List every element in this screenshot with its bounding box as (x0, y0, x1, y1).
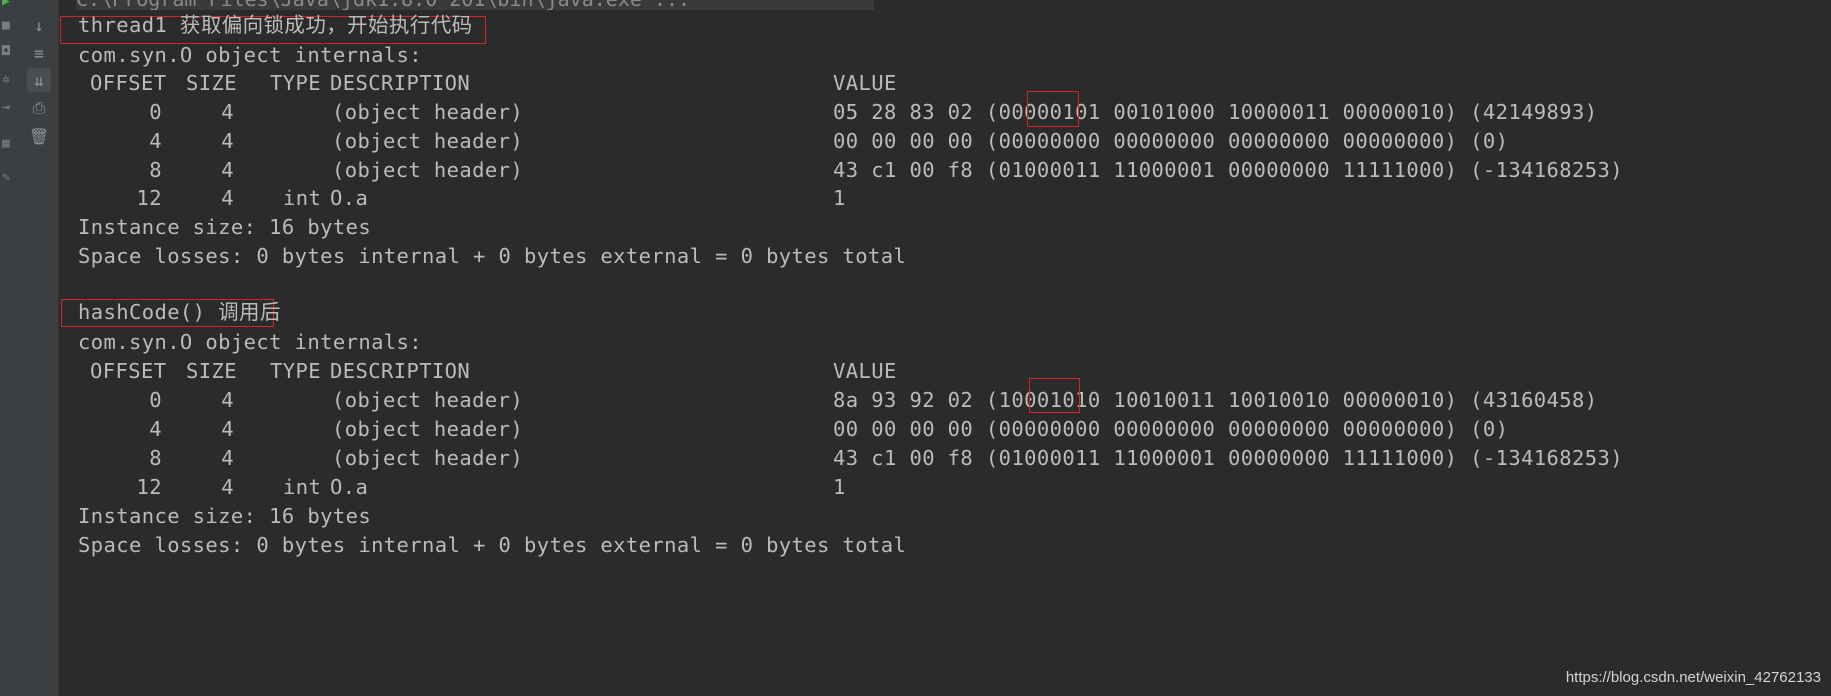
table-row: 4 4 (object header) 00 00 00 00 (0000000… (149, 417, 1509, 441)
rerun-icon[interactable]: ▶ (2, 0, 10, 9)
console-toolbar: ↓ ≡ ⇊ ⎙ 🗑 (20, 0, 59, 696)
space-losses: Space losses: 0 bytes internal + 0 bytes… (78, 244, 907, 268)
col-description: DESCRIPTION (330, 359, 471, 383)
highlight-box-lock-bits-2 (1029, 378, 1080, 413)
table-row: 8 4 (object header) 43 c1 00 f8 (0100001… (149, 158, 1624, 182)
scroll-to-end-icon[interactable]: ⇊ (27, 68, 51, 92)
camera-icon[interactable]: ◘ (2, 44, 10, 59)
console-output[interactable]: C:\Program Files\Java\jdk1.8.0_201\bin\j… (58, 0, 1831, 696)
col-type: TYPE (270, 71, 321, 95)
block-heading: thread1 获取偏向锁成功，开始执行代码 (78, 13, 473, 37)
command-line: C:\Program Files\Java\jdk1.8.0_201\bin\j… (76, 0, 874, 10)
soft-wrap-icon[interactable]: ≡ (27, 41, 51, 65)
watermark: https://blog.csdn.net/weixin_42762133 (1565, 669, 1821, 686)
col-offset: OFFSET (90, 359, 167, 383)
internals-title: com.syn.O object internals: (78, 330, 423, 354)
table-row: 4 4 (object header) 00 00 00 00 (0000000… (149, 129, 1509, 153)
instance-size: Instance size: 16 bytes (78, 504, 372, 528)
col-type: TYPE (270, 359, 321, 383)
col-description: DESCRIPTION (330, 71, 471, 95)
table-row: 12 4 int O.a 1 (136, 475, 846, 499)
table-row: 0 4 (object header) 8a 93 92 02 (1000101… (149, 388, 1598, 412)
left-tool-strip: ▶ ■ ◘ ✲ ⇥ ▦ ✎ (0, 0, 20, 696)
table-row: 8 4 (object header) 43 c1 00 f8 (0100001… (149, 446, 1624, 470)
block-heading: hashCode() 调用后 (78, 300, 281, 324)
stop-icon[interactable]: ■ (2, 18, 10, 33)
trash-icon[interactable]: 🗑 (27, 124, 51, 148)
exit-icon[interactable]: ⇥ (2, 100, 10, 115)
table-row: 0 4 (object header) 05 28 83 02 (0000010… (149, 100, 1598, 124)
scroll-down-icon[interactable]: ↓ (27, 13, 51, 37)
highlight-box-lock-bits-1 (1027, 91, 1079, 127)
col-value: VALUE (833, 71, 897, 95)
col-size: SIZE (186, 359, 237, 383)
space-losses: Space losses: 0 bytes internal + 0 bytes… (78, 533, 907, 557)
internals-title: com.syn.O object internals: (78, 43, 423, 67)
pin-icon[interactable]: ✎ (2, 170, 10, 185)
col-value: VALUE (833, 359, 897, 383)
table-row: 12 4 int O.a 1 (136, 186, 846, 210)
col-size: SIZE (186, 71, 237, 95)
print-icon[interactable]: ⎙ (27, 96, 51, 120)
col-offset: OFFSET (90, 71, 167, 95)
column-header-row: OFFSET SIZE TYPE DESCRIPTION VALUE (78, 356, 1778, 386)
instance-size: Instance size: 16 bytes (78, 215, 372, 239)
layout-icon[interactable]: ▦ (2, 136, 10, 151)
debug-icon[interactable]: ✲ (2, 72, 10, 87)
column-header-row: OFFSET SIZE TYPE DESCRIPTION VALUE (78, 68, 1778, 98)
